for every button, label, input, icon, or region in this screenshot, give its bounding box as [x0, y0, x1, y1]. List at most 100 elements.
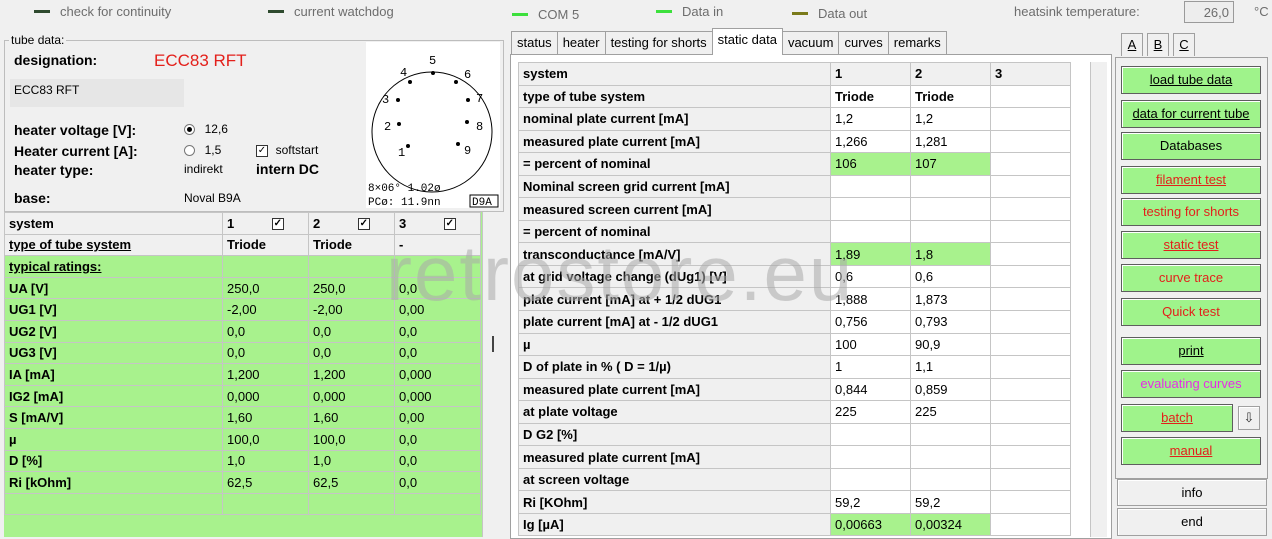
cell[interactable]: 1,200: [308, 363, 395, 386]
cell[interactable]: Triode: [222, 233, 309, 257]
checkmark-icon[interactable]: ✓: [256, 144, 268, 157]
ratings-table: system 1 ✓ 2 ✓ 3 ✓ type of tube system T…: [4, 212, 481, 516]
end-button[interactable]: end: [1117, 508, 1267, 536]
cell[interactable]: 0,0: [394, 276, 481, 300]
cell[interactable]: 0,000: [394, 384, 481, 408]
cell: [990, 490, 1071, 514]
evaluating-curves-button[interactable]: evaluating curves: [1121, 370, 1261, 398]
cell[interactable]: 250,0: [308, 276, 395, 300]
table-header-row: system 1 ✓ 2 ✓ 3 ✓: [4, 212, 481, 235]
row-label: = percent of nominal: [518, 152, 831, 176]
system-2-checkbox[interactable]: ✓: [357, 218, 370, 231]
cell[interactable]: 0,0: [308, 341, 395, 365]
designation-value: ECC83 RFT: [154, 51, 247, 70]
cell[interactable]: 0,0: [222, 341, 309, 365]
cell[interactable]: -2,00: [222, 298, 309, 321]
cell[interactable]: -: [394, 233, 481, 257]
base-value: Noval B9A: [184, 191, 241, 205]
button-label: print: [1178, 343, 1204, 358]
info-button[interactable]: info: [1117, 479, 1267, 506]
button-label: batch: [1161, 410, 1193, 425]
button-label: load tube data: [1149, 72, 1233, 87]
cell[interactable]: 1,0: [222, 449, 309, 473]
cell[interactable]: 1,60: [222, 406, 309, 429]
header-label: 2: [313, 215, 321, 231]
voltage-option-1-5[interactable]: 1,5: [184, 142, 221, 157]
cell[interactable]: 1,60: [308, 406, 395, 429]
cell: [990, 197, 1071, 221]
cell: 1: [830, 355, 911, 379]
main-table-scrollbar[interactable]: [1090, 62, 1107, 537]
pin-label: 5: [429, 54, 436, 68]
tab-remarks[interactable]: remarks: [887, 31, 947, 55]
batch-button[interactable]: batch: [1121, 404, 1233, 432]
cell[interactable]: 100,0: [222, 427, 309, 451]
voltage-option-12-6[interactable]: 12,6: [184, 121, 228, 136]
tab-c[interactable]: C: [1173, 33, 1195, 56]
row-label: at grid voltage change (dUg1) [V]: [518, 264, 831, 289]
batch-arrow-icon[interactable]: ⇩: [1238, 406, 1260, 430]
type-label: type of tube system: [4, 233, 223, 257]
cell[interactable]: 62,5: [308, 471, 395, 494]
cell[interactable]: 100,0: [308, 427, 395, 451]
cell: 0,844: [830, 377, 911, 402]
cell[interactable]: 250,0: [222, 276, 309, 300]
cell[interactable]: 0,00: [394, 406, 481, 429]
pin-dot: [408, 80, 412, 84]
manual-button[interactable]: manual: [1121, 437, 1261, 465]
tab-b[interactable]: B: [1147, 33, 1169, 56]
filament-test-button[interactable]: filament test: [1121, 166, 1261, 194]
curve-trace-button[interactable]: curve trace: [1121, 264, 1261, 292]
cell: [990, 242, 1071, 266]
cell[interactable]: 0,0: [222, 319, 309, 343]
cell[interactable]: 0,000: [308, 384, 395, 408]
cell[interactable]: 0,0: [394, 319, 481, 343]
system-1-checkbox[interactable]: ✓: [271, 218, 284, 231]
cell: 225: [830, 400, 911, 424]
tab-vacuum[interactable]: vacuum: [781, 31, 840, 55]
tube-name-field[interactable]: ECC83 RFT: [10, 79, 184, 107]
softstart-checkbox[interactable]: ✓ softstart: [256, 142, 318, 157]
tab-a[interactable]: A: [1121, 33, 1143, 56]
print-button[interactable]: print: [1121, 337, 1261, 365]
system-3-checkbox[interactable]: ✓: [443, 218, 456, 231]
table-row: S [mA/V] 1,60 1,60 0,00: [4, 406, 481, 429]
row-label: UA [V]: [4, 276, 223, 300]
tab-heater[interactable]: heater: [556, 31, 606, 55]
cell[interactable]: 0,000: [394, 363, 481, 386]
radio-unselected-icon[interactable]: [184, 145, 195, 157]
data-for-current-tube-button[interactable]: data for current tube: [1121, 100, 1261, 128]
cell[interactable]: 0,0: [394, 471, 481, 494]
cell[interactable]: 0,0: [394, 341, 481, 365]
cell[interactable]: 0,0: [308, 319, 395, 343]
static-test-button[interactable]: static test: [1121, 231, 1261, 259]
cell[interactable]: 0,0: [394, 449, 481, 473]
cell: [830, 174, 911, 199]
testing-for-shorts-button[interactable]: testing for shorts: [1121, 198, 1261, 226]
cell[interactable]: 62,5: [222, 471, 309, 494]
cell[interactable]: 1,200: [222, 363, 309, 386]
heatsink-unit: °C: [1254, 4, 1269, 19]
tab-curves[interactable]: curves: [838, 31, 889, 55]
cell[interactable]: 0,000: [222, 384, 309, 408]
button-label: info: [1181, 485, 1203, 500]
cell[interactable]: 1,0: [308, 449, 395, 473]
cell[interactable]: 0,00: [394, 298, 481, 321]
cell: 0,793: [910, 310, 991, 334]
cell[interactable]: 0,0: [394, 427, 481, 451]
pin-dot: [431, 71, 435, 75]
cell[interactable]: -2,00: [308, 298, 395, 321]
tab-static-data[interactable]: static data: [711, 28, 783, 55]
quick-test-button[interactable]: Quick test: [1121, 298, 1261, 326]
scroll-thumb[interactable]: [492, 336, 494, 352]
tab-status[interactable]: status: [511, 31, 558, 55]
left-table-scrollbar[interactable]: [482, 212, 503, 537]
load-tube-data-button[interactable]: load tube data: [1121, 66, 1261, 94]
radio-selected-icon[interactable]: [184, 124, 195, 136]
databases-button[interactable]: Databases: [1121, 132, 1261, 160]
header-system: system: [518, 62, 831, 86]
tab-testing-for-shorts[interactable]: testing for shorts: [604, 31, 713, 55]
cell[interactable]: Triode: [308, 233, 395, 257]
cell: [830, 445, 911, 469]
cell: 1,2: [830, 107, 911, 131]
